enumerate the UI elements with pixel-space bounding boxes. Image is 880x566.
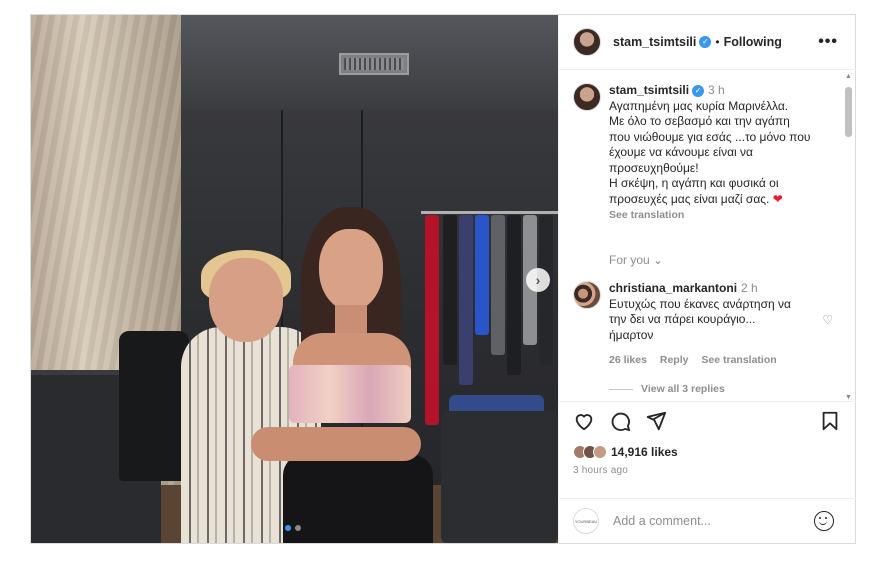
- caption-line: προσευχές μας είναι μαζί σας.: [609, 191, 770, 206]
- timestamp: 3 h: [708, 83, 725, 97]
- chair: [119, 331, 189, 481]
- username-link[interactable]: stam_tsimtsili: [609, 83, 689, 97]
- post-header: stam_tsimtsili ✓ • Following •••: [559, 15, 856, 70]
- avatar: [593, 445, 607, 459]
- scrollbar[interactable]: ▲ ▼: [844, 73, 853, 401]
- avatar[interactable]: [573, 281, 601, 309]
- comment-like-icon[interactable]: ♡: [822, 313, 833, 327]
- verified-icon: ✓: [692, 84, 705, 97]
- carousel-dots: [285, 525, 301, 531]
- post-timestamp: 3 hours ago: [573, 465, 629, 476]
- likes-summary[interactable]: 14,916 likes: [573, 445, 678, 459]
- username-link[interactable]: stam_tsimtsili: [613, 35, 696, 49]
- bookmark-icon[interactable]: [819, 410, 841, 432]
- caption: stam_tsimtsili ✓ 3 h Αγαπημένη μας κυρία Μ…: [573, 83, 833, 224]
- following-button[interactable]: Following: [724, 35, 782, 49]
- likes-count[interactable]: 14,916 likes: [611, 445, 678, 459]
- comment: christiana_markantoni 2 h Ευτυχώς που έκα…: [573, 281, 833, 369]
- caption-line: έχουμε να κάνουμε είναι να: [609, 145, 753, 159]
- older-woman-face: [209, 258, 283, 342]
- comment-line: Ευτυχώς που έκανες ανάρτηση να: [609, 296, 791, 311]
- heart-icon[interactable]: [573, 410, 595, 432]
- avatar[interactable]: [573, 83, 601, 111]
- username-link[interactable]: christiana_markantoni: [609, 281, 737, 295]
- verified-icon: ✓: [699, 36, 712, 48]
- post-photo[interactable]: ›: [31, 15, 558, 543]
- red-heart-icon: ❤: [772, 191, 783, 206]
- scroll-down-icon[interactable]: ▼: [845, 394, 852, 401]
- share-icon[interactable]: [645, 410, 667, 432]
- chevron-down-icon: ⌄: [653, 253, 664, 267]
- pink-top: [289, 365, 411, 423]
- embracing-arms: [251, 427, 421, 461]
- caption-line: προσευχηθούμε!: [609, 160, 699, 175]
- caption-line: Αγαπημένη μας κυρία Μαρινέλλα.: [609, 98, 789, 113]
- caption-line: Με όλο το σεβασμό και την αγάπη: [609, 114, 790, 128]
- black-pants: [283, 455, 433, 543]
- action-bar: [559, 401, 856, 437]
- scroll-up-icon[interactable]: ▲: [845, 73, 852, 80]
- woman-face: [319, 229, 383, 311]
- see-translation-link[interactable]: See translation: [701, 354, 776, 366]
- reply-button[interactable]: Reply: [660, 354, 689, 366]
- more-options-icon[interactable]: •••: [818, 33, 838, 51]
- avatar[interactable]: [573, 28, 601, 56]
- comment-likes[interactable]: 26 likes: [609, 354, 647, 366]
- emoji-icon[interactable]: [814, 511, 834, 531]
- comment-line: την δει να πάρει κουράγιο...: [609, 312, 756, 326]
- comment-line: ήμαρτον: [609, 327, 654, 342]
- carousel-dot: [295, 525, 301, 531]
- caption-line: Η σκέψη, η αγάπη και φυσικά οι: [609, 176, 779, 190]
- post-side-panel: stam_tsimtsili ✓ • Following ••• stam_ts…: [558, 15, 856, 543]
- user-avatar-logo: YOURBEAU: [573, 508, 599, 534]
- chevron-right-icon[interactable]: ›: [526, 268, 550, 292]
- carousel-dot: [285, 525, 291, 531]
- post-frame: › stam_tsimtsili ✓ • Following ••• stam_…: [30, 14, 856, 544]
- comments-list: stam_tsimtsili ✓ 3 h Αγαπημένη μας κυρία Μ…: [559, 71, 856, 401]
- scroll-thumb[interactable]: [845, 87, 852, 137]
- caption-line: που νιώθουμε για εσάς ...το μόνο που: [609, 129, 811, 144]
- ceiling-vent: [339, 53, 409, 75]
- for-you-dropdown[interactable]: For you ⌄: [609, 253, 663, 267]
- comment-icon[interactable]: [609, 410, 631, 432]
- sofa: [441, 411, 558, 543]
- view-replies-link[interactable]: View all 3 replies: [609, 383, 725, 395]
- see-translation-link[interactable]: See translation: [609, 208, 833, 224]
- timestamp: 2 h: [741, 281, 758, 295]
- add-comment-input[interactable]: Add a comment...: [613, 514, 711, 528]
- add-comment-bar: YOURBEAU Add a comment...: [559, 498, 856, 543]
